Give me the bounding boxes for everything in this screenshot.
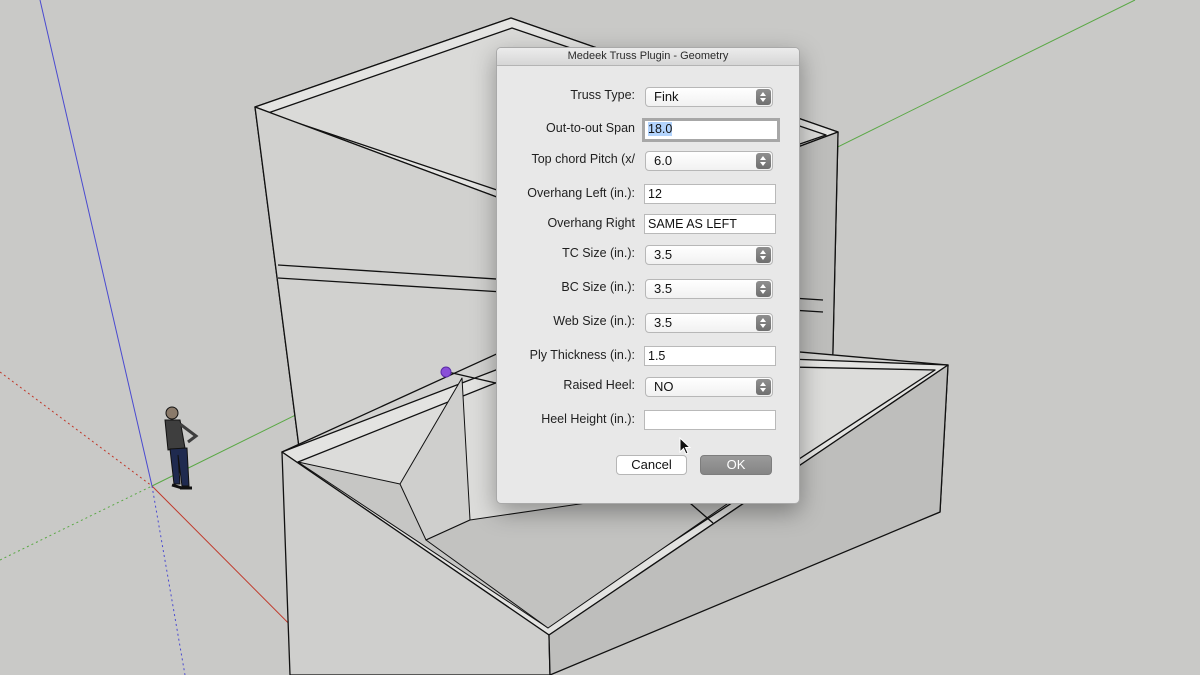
heel-height-label: Heel Height (in.): <box>541 412 635 426</box>
green-axis-dotted <box>0 485 153 561</box>
ply-thickness-input[interactable]: 1.5 <box>644 346 776 366</box>
ok-button[interactable]: OK <box>700 455 772 475</box>
stepper-arrows-icon <box>756 153 771 169</box>
field-heel-height: Heel Height (in.): <box>497 409 799 433</box>
field-tc-size: TC Size (in.): 3.5 <box>497 243 799 267</box>
raised-heel-label: Raised Heel: <box>563 378 635 392</box>
truss-type-label: Truss Type: <box>570 88 635 102</box>
field-span: Out-to-out Span 18.0 <box>497 118 799 142</box>
stepper-arrows-icon <box>756 315 771 331</box>
bc-size-select[interactable]: 3.5 <box>645 279 773 299</box>
pitch-label: Top chord Pitch (x/ <box>531 152 635 166</box>
stepper-arrows-icon <box>756 281 771 297</box>
truss-type-select[interactable]: Fink <box>645 87 773 107</box>
field-overhang-right: Overhang Right SAME AS LEFT <box>497 213 799 237</box>
stepper-arrows-icon <box>756 89 771 105</box>
stepper-arrows-icon <box>756 247 771 263</box>
overhang-left-input[interactable]: 12 <box>644 184 776 204</box>
field-raised-heel: Raised Heel: NO <box>497 375 799 399</box>
overhang-right-input[interactable]: SAME AS LEFT <box>644 214 776 234</box>
overhang-right-label: Overhang Right <box>547 216 635 230</box>
field-truss-type: Truss Type: Fink <box>497 85 799 109</box>
inference-point <box>440 366 452 378</box>
web-size-label: Web Size (in.): <box>553 314 635 328</box>
bc-size-label: BC Size (in.): <box>561 280 635 294</box>
tc-size-select[interactable]: 3.5 <box>645 245 773 265</box>
field-ply-thickness: Ply Thickness (in.): 1.5 <box>497 345 799 369</box>
span-label: Out-to-out Span <box>546 121 635 135</box>
raised-heel-select[interactable]: NO <box>645 377 773 397</box>
web-size-select[interactable]: 3.5 <box>645 313 773 333</box>
stepper-arrows-icon <box>756 379 771 395</box>
field-bc-size: BC Size (in.): 3.5 <box>497 277 799 301</box>
dialog-title: Medeek Truss Plugin - Geometry <box>497 48 799 66</box>
geometry-dialog: Medeek Truss Plugin - Geometry Truss Typ… <box>496 47 800 504</box>
tc-size-label: TC Size (in.): <box>562 246 635 260</box>
mouse-pointer-icon <box>679 437 691 455</box>
cancel-button[interactable]: Cancel <box>616 455 687 475</box>
pitch-select[interactable]: 6.0 <box>645 151 773 171</box>
overhang-left-label: Overhang Left (in.): <box>527 186 635 200</box>
person-figure <box>164 406 199 490</box>
heel-height-input[interactable] <box>644 410 776 430</box>
ply-thickness-label: Ply Thickness (in.): <box>529 348 635 362</box>
field-web-size: Web Size (in.): 3.5 <box>497 311 799 335</box>
blue-axis <box>39 0 153 487</box>
span-input[interactable]: 18.0 <box>642 118 780 142</box>
field-pitch: Top chord Pitch (x/ 6.0 <box>497 149 799 173</box>
field-overhang-left: Overhang Left (in.): 12 <box>497 183 799 207</box>
